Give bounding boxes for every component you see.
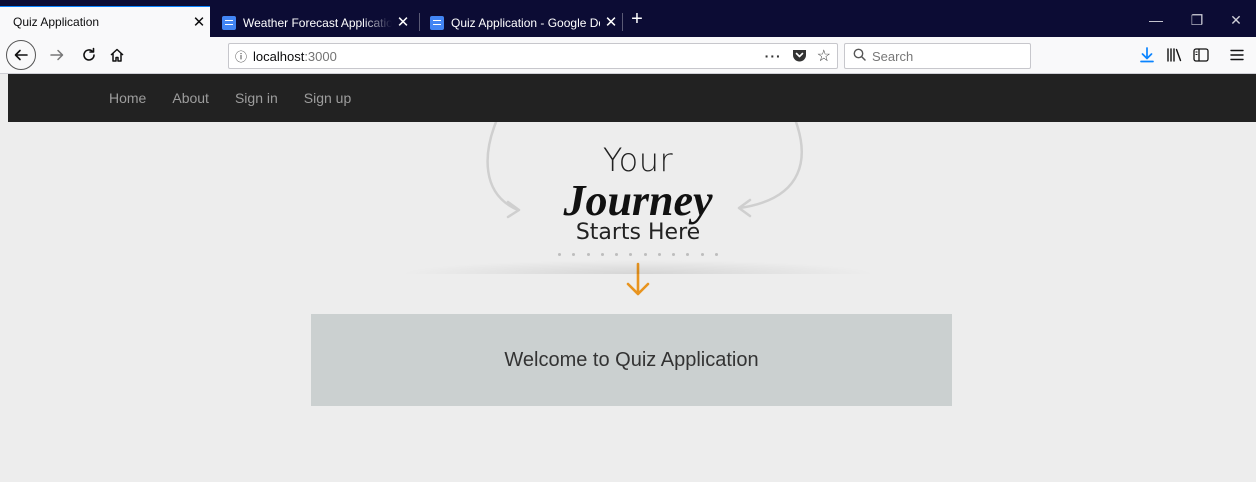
hero-line-journey: Journey	[563, 176, 713, 225]
hero-line-your: Your	[602, 141, 674, 179]
welcome-message: Welcome to Quiz Application	[504, 348, 759, 371]
hero-line-starts-here: Starts Here	[575, 220, 701, 245]
menu-icon[interactable]	[1224, 41, 1250, 69]
search-bar[interactable]	[844, 43, 1031, 69]
search-input[interactable]	[872, 48, 1012, 64]
main-content: Your Journey Starts Here Welcome to Quiz…	[8, 122, 1256, 482]
navigation-toolbar: ⓘ localhost:3000 ··· ☆	[0, 37, 1256, 74]
forward-icon[interactable]	[42, 41, 72, 69]
nav-link-home[interactable]: Home	[109, 90, 146, 106]
tab-separator	[419, 13, 420, 31]
url-host: localhost	[253, 48, 305, 64]
hero-dots	[558, 253, 718, 259]
hero-banner: Your Journey Starts Here	[398, 122, 878, 298]
tab-close-icon[interactable]: ✕	[600, 15, 622, 30]
address-bar[interactable]: ⓘ localhost:3000 ··· ☆	[228, 43, 838, 69]
google-docs-icon	[430, 15, 444, 30]
pocket-icon[interactable]	[792, 48, 807, 65]
tab-separator	[622, 13, 623, 31]
hero-shadow	[398, 260, 878, 274]
nav-link-sign-up[interactable]: Sign up	[304, 90, 351, 106]
welcome-panel: Welcome to Quiz Application	[311, 314, 952, 406]
page-actions-icon[interactable]: ···	[765, 48, 782, 64]
tab-weather-forecast[interactable]: Weather Forecast Application - ✕	[216, 8, 414, 37]
tab-quiz-google-docs[interactable]: Quiz Application - Google Docs ✕	[424, 8, 622, 37]
minimize-button[interactable]: —	[1136, 8, 1176, 32]
nav-link-sign-in[interactable]: Sign in	[235, 90, 278, 106]
tab-title: Quiz Application	[13, 15, 100, 29]
nav-link-about[interactable]: About	[172, 90, 209, 106]
sidebar-icon[interactable]	[1188, 41, 1214, 69]
tab-close-icon[interactable]: ✕	[188, 15, 210, 30]
home-icon[interactable]	[102, 41, 132, 69]
tab-quiz-application[interactable]: Quiz Application ✕	[0, 6, 210, 37]
tab-title: Weather Forecast Application -	[243, 15, 392, 30]
download-icon[interactable]	[1134, 41, 1160, 69]
tab-close-icon[interactable]: ✕	[392, 15, 414, 30]
restore-button[interactable]: ❐	[1177, 8, 1217, 32]
reload-icon[interactable]	[74, 41, 104, 69]
tab-title: Quiz Application - Google Docs	[451, 15, 600, 30]
url-port: :3000	[304, 48, 337, 64]
google-docs-icon	[222, 15, 236, 30]
bookmark-star-icon[interactable]: ☆	[817, 46, 831, 66]
info-icon[interactable]: ⓘ	[229, 48, 253, 65]
search-icon	[853, 48, 866, 64]
url-actions: ··· ☆	[765, 44, 831, 68]
app-navbar: Home About Sign in Sign up	[8, 74, 1256, 122]
window-close-button[interactable]: ✕	[1216, 8, 1256, 32]
tab-strip: Quiz Application ✕ Weather Forecast Appl…	[0, 0, 1256, 37]
url-text: localhost:3000	[253, 49, 337, 64]
back-icon[interactable]	[6, 40, 36, 70]
library-icon[interactable]	[1161, 41, 1187, 69]
new-tab-button[interactable]: +	[626, 7, 648, 31]
